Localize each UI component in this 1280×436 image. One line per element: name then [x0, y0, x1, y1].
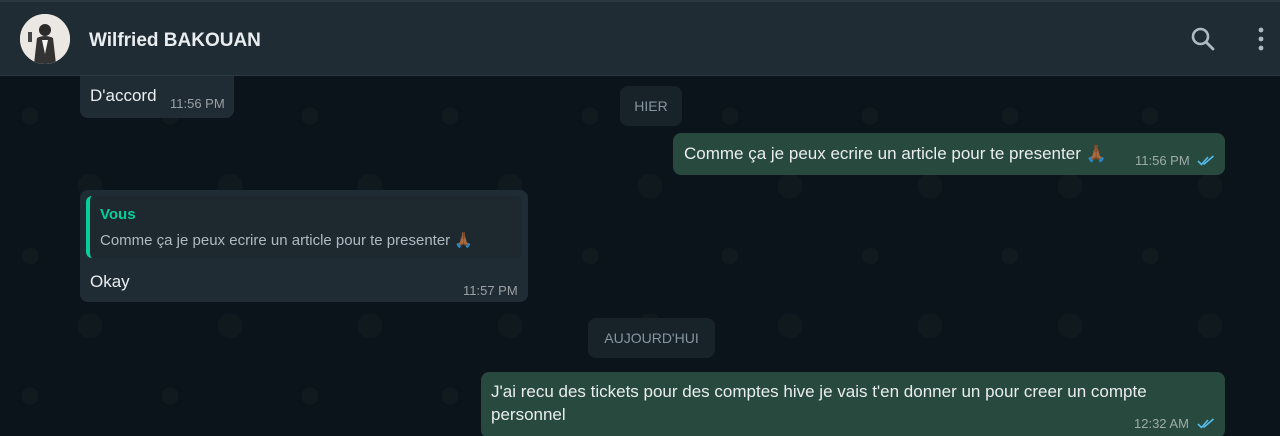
- message-incoming-reply[interactable]: Vous Comme ça je peux ecrire un article …: [80, 190, 528, 302]
- read-ticks-icon: [1197, 154, 1215, 169]
- day-separator-today: AUJOURD'HUI: [588, 318, 715, 358]
- chat-header: Wilfried BAKOUAN: [0, 0, 1280, 76]
- message-time: 12:32 AM: [1134, 416, 1189, 431]
- quoted-message[interactable]: Vous Comme ça je peux ecrire un article …: [86, 196, 522, 258]
- avatar-photo: [20, 14, 70, 64]
- message-time: 11:56 PM: [170, 96, 225, 111]
- message-text: Comme ça je peux ecrire un article pour …: [684, 144, 1081, 163]
- message-text: Okay: [90, 272, 130, 291]
- quote-author: Vous: [100, 206, 136, 223]
- contact-name[interactable]: Wilfried BAKOUAN: [89, 30, 261, 52]
- day-separator-yesterday: HIER: [620, 86, 682, 126]
- message-text: J'ai recu des tickets pour des comptes h…: [491, 382, 1147, 401]
- read-ticks-icon: [1196, 417, 1215, 432]
- folded-hands-emoji: 🙏🏾: [454, 232, 474, 249]
- avatar[interactable]: [20, 14, 70, 64]
- message-text-line2: personnel: [491, 405, 566, 424]
- quote-text: Comme ça je peux ecrire un article pour …: [100, 232, 451, 249]
- search-icon[interactable]: [1190, 26, 1216, 57]
- folded-hands-emoji: 🙏🏾: [1085, 144, 1107, 163]
- message-outgoing[interactable]: Comme ça je peux ecrire un article pour …: [673, 133, 1225, 175]
- menu-icon[interactable]: [1256, 26, 1266, 57]
- message-time: 11:56 PM: [1135, 153, 1190, 168]
- message-time: 11:57 PM: [463, 283, 518, 298]
- message-incoming[interactable]: D'accord 11:56 PM: [80, 76, 234, 118]
- message-outgoing[interactable]: J'ai recu des tickets pour des comptes h…: [481, 372, 1225, 436]
- message-list[interactable]: D'accord 11:56 PM HIER Comme ça je peux …: [0, 76, 1280, 436]
- message-text: D'accord: [90, 86, 157, 105]
